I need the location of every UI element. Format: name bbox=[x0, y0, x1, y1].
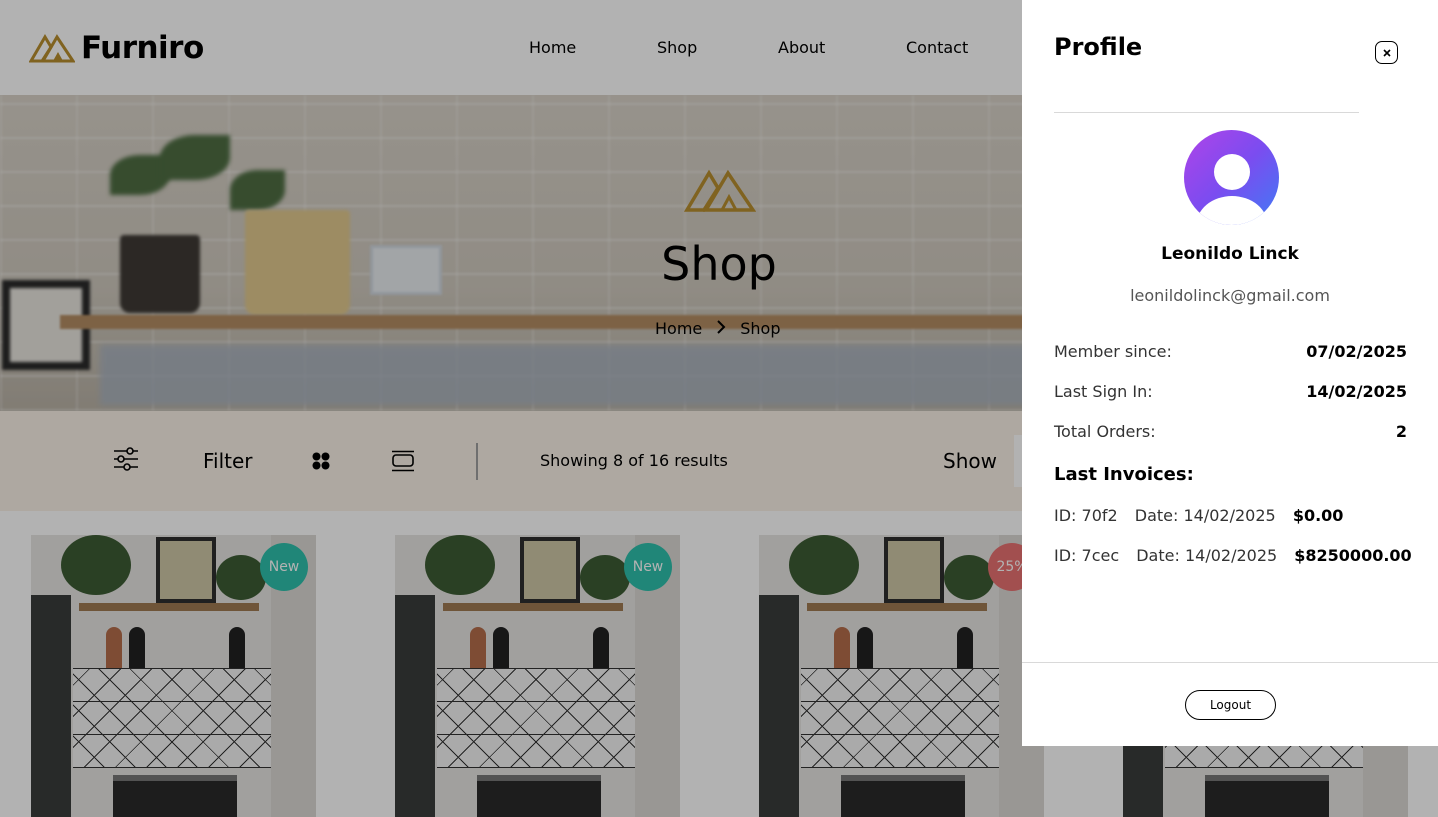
stat-value: 2 bbox=[1395, 422, 1407, 441]
invoice-id: ID: 70f2 bbox=[1054, 506, 1118, 525]
invoice-date: Date: 14/02/2025 bbox=[1136, 546, 1278, 565]
stat-label: Member since: bbox=[1054, 342, 1172, 361]
close-icon[interactable] bbox=[1375, 41, 1398, 64]
user-email: leonildolinck@gmail.com bbox=[1130, 286, 1330, 305]
stat-label: Total Orders: bbox=[1054, 422, 1156, 441]
profile-panel: Profile Leonildo Linck leonildolinck@gma… bbox=[1022, 0, 1438, 746]
user-silhouette-icon bbox=[1214, 154, 1250, 190]
stat-row-member-since: Member since: 07/02/2025 bbox=[1054, 342, 1407, 361]
invoice-row[interactable]: ID: 70f2 Date: 14/02/2025 $0.00 bbox=[1054, 506, 1355, 525]
invoices-heading: Last Invoices: bbox=[1054, 464, 1194, 485]
stat-label: Last Sign In: bbox=[1054, 382, 1153, 401]
stat-value: 14/02/2025 bbox=[1306, 382, 1407, 401]
avatar bbox=[1184, 130, 1279, 225]
stat-row-last-sign-in: Last Sign In: 14/02/2025 bbox=[1054, 382, 1407, 401]
invoice-id: ID: 7cec bbox=[1054, 546, 1120, 565]
invoice-row[interactable]: ID: 7cec Date: 14/02/2025 $8250000.00 bbox=[1054, 546, 1424, 565]
invoice-amount: $0.00 bbox=[1292, 506, 1344, 525]
user-silhouette-icon bbox=[1196, 196, 1268, 225]
profile-footer-divider bbox=[1022, 662, 1438, 663]
stat-value: 07/02/2025 bbox=[1306, 342, 1407, 361]
stat-row-total-orders: Total Orders: 2 bbox=[1054, 422, 1407, 441]
profile-divider bbox=[1054, 112, 1359, 113]
invoice-amount: $8250000.00 bbox=[1294, 546, 1412, 565]
logout-button[interactable]: Logout bbox=[1185, 690, 1276, 720]
user-name: Leonildo Linck bbox=[1161, 244, 1299, 264]
profile-panel-title: Profile bbox=[1054, 33, 1143, 61]
invoice-date: Date: 14/02/2025 bbox=[1134, 506, 1276, 525]
